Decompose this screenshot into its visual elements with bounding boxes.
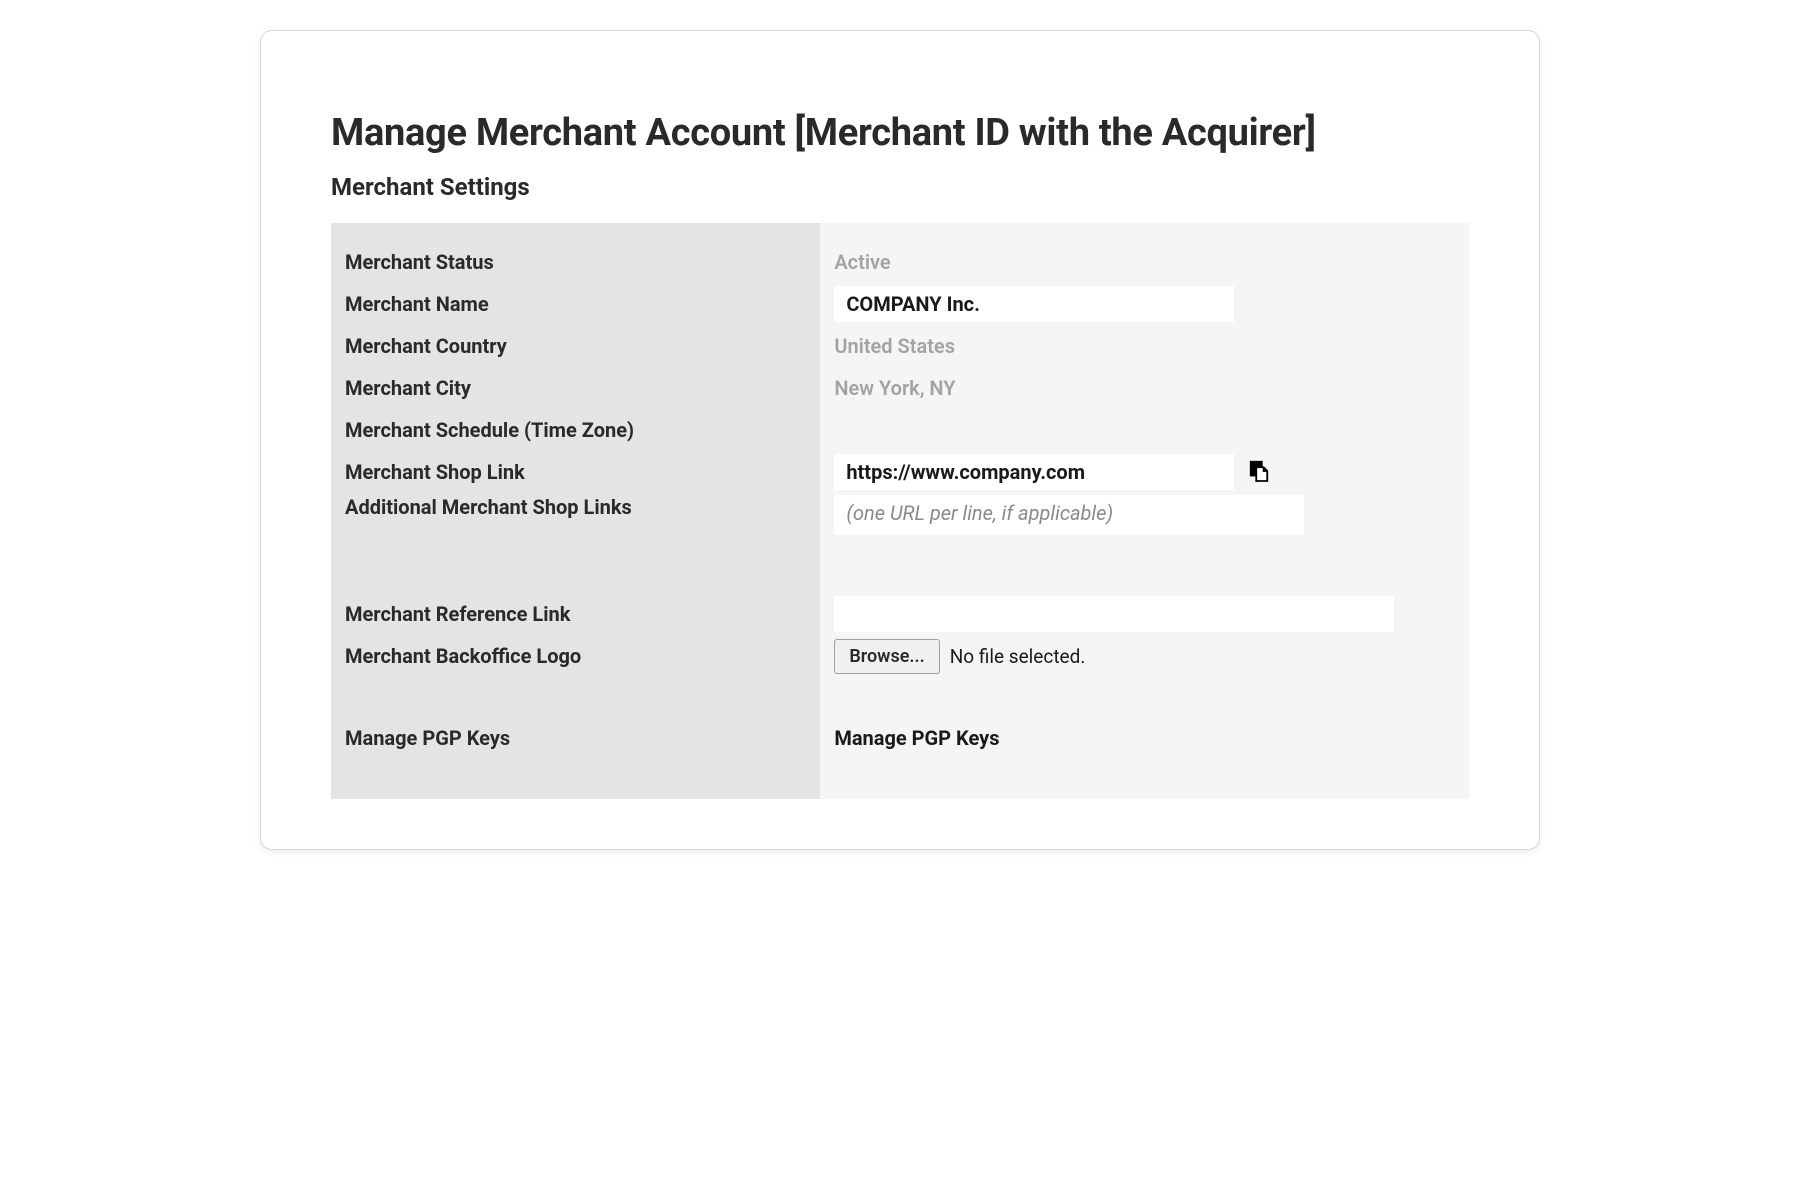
label-merchant-schedule: Merchant Schedule (Time Zone) (345, 418, 634, 442)
label-merchant-country: Merchant Country (345, 334, 507, 358)
label-merchant-status: Merchant Status (345, 250, 494, 274)
merchant-reference-link-input[interactable] (834, 596, 1394, 632)
value-merchant-status: Active (834, 250, 890, 274)
label-merchant-city: Merchant City (345, 376, 471, 400)
merchant-name-input[interactable] (834, 286, 1234, 322)
copy-icon[interactable] (1248, 458, 1270, 486)
manage-pgp-keys-link[interactable]: Manage PGP Keys (834, 726, 999, 750)
label-merchant-shop-link: Merchant Shop Link (345, 460, 525, 484)
page-title: Manage Merchant Account [Merchant ID wit… (331, 111, 1469, 155)
value-merchant-city: New York, NY (834, 376, 955, 400)
label-merchant-name: Merchant Name (345, 292, 489, 316)
label-additional-links: Additional Merchant Shop Links (345, 495, 632, 519)
value-merchant-country: United States (834, 334, 955, 358)
section-title: Merchant Settings (331, 173, 1469, 201)
merchant-settings-panel: Manage Merchant Account [Merchant ID wit… (260, 30, 1540, 850)
settings-table: Merchant Status Merchant Name Merchant C… (331, 223, 1469, 799)
labels-column: Merchant Status Merchant Name Merchant C… (331, 223, 820, 799)
additional-links-input[interactable] (834, 495, 1304, 535)
browse-button[interactable]: Browse... (834, 639, 939, 674)
values-column: Active United States New York, NY (820, 223, 1469, 799)
merchant-shop-link-input[interactable] (834, 454, 1234, 490)
label-manage-pgp-keys: Manage PGP Keys (345, 726, 510, 750)
file-status: No file selected. (950, 645, 1086, 668)
label-merchant-backoffice-logo: Merchant Backoffice Logo (345, 644, 581, 668)
label-merchant-reference-link: Merchant Reference Link (345, 602, 570, 626)
